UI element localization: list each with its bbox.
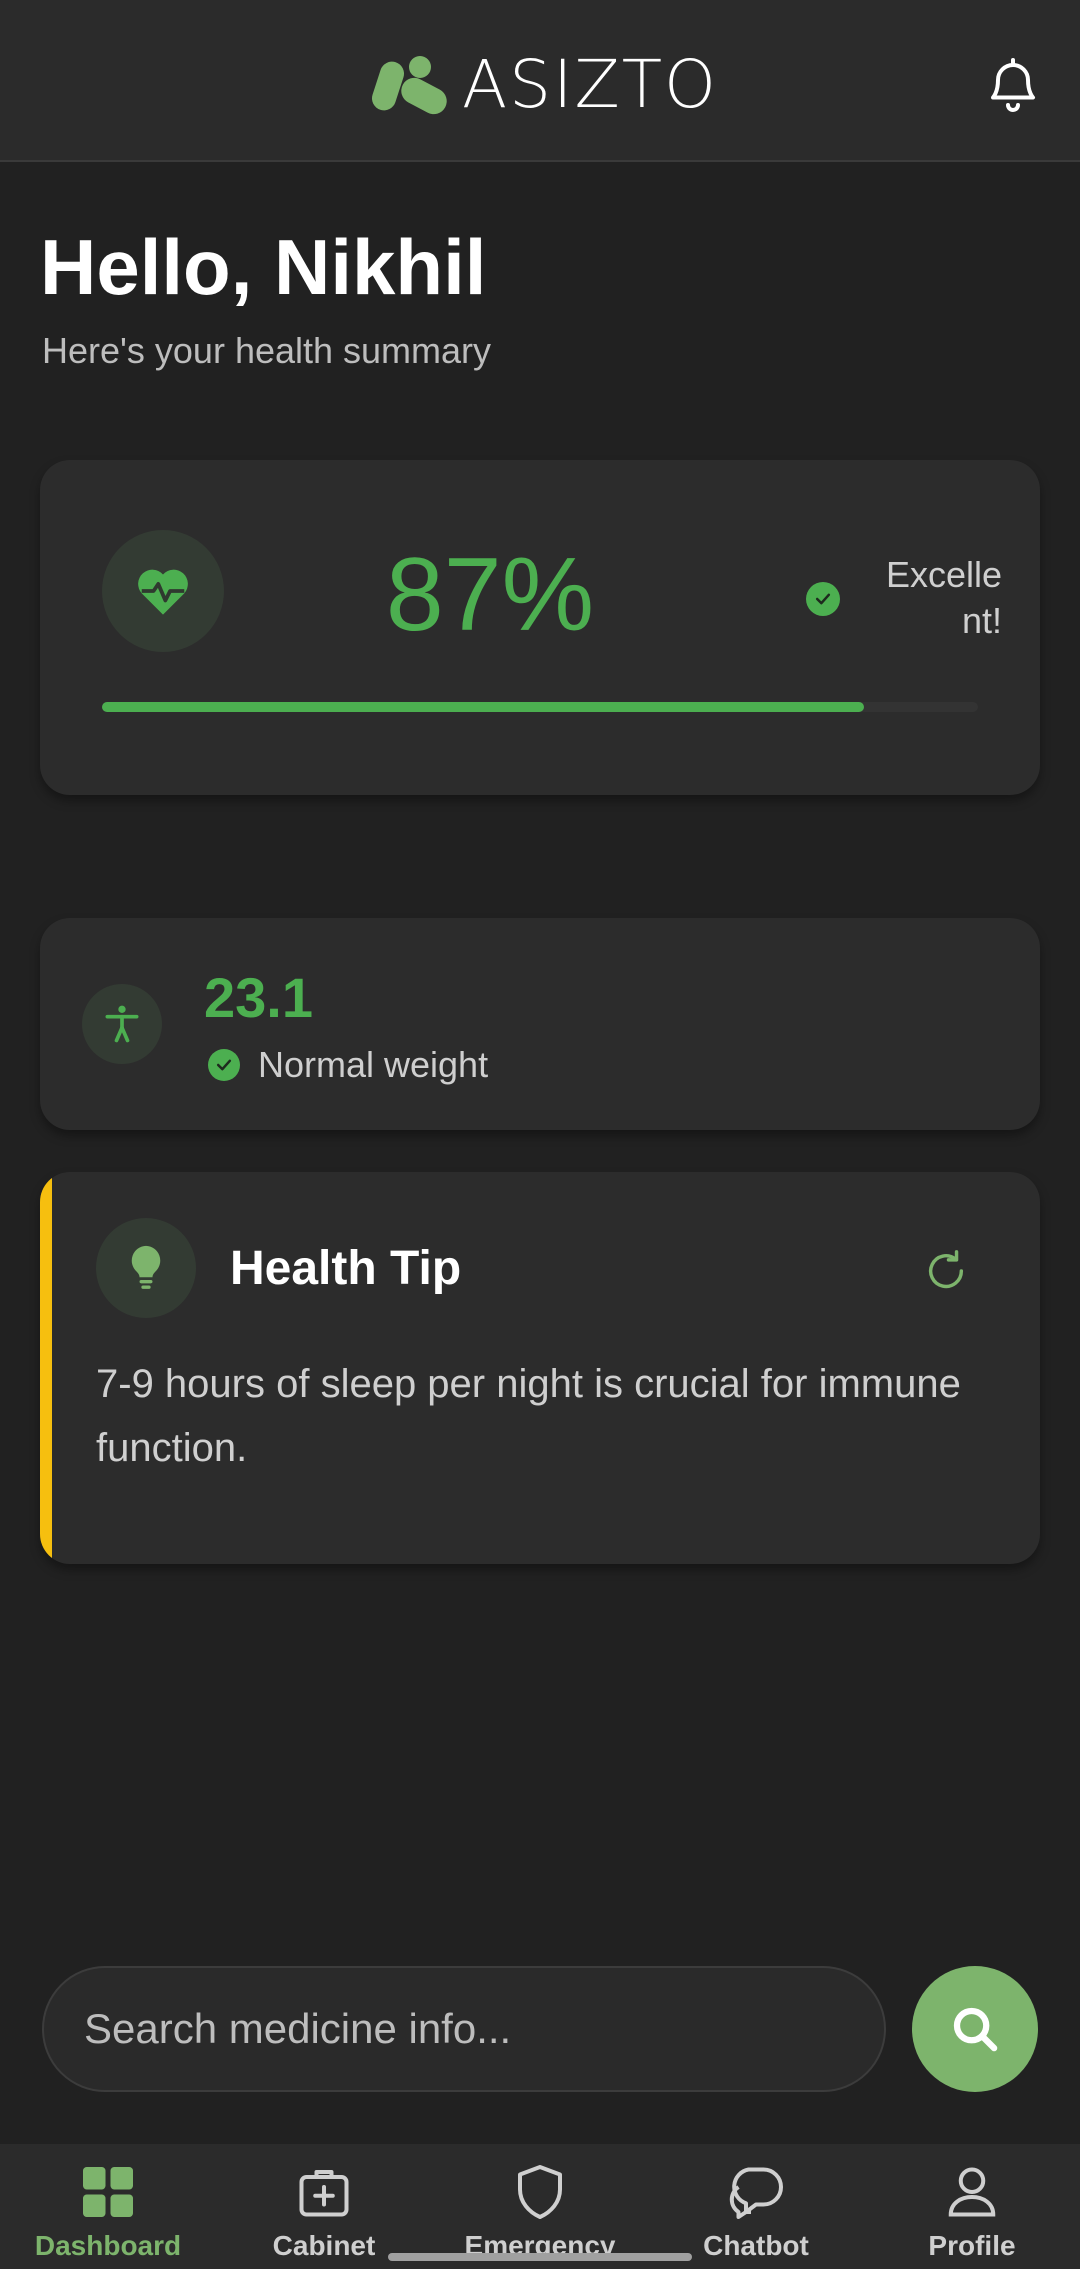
user-icon [948, 2167, 996, 2217]
health-tip-card: Health Tip 7-9 hours of sleep per night … [40, 1172, 1040, 1564]
person-icon [82, 984, 162, 1064]
nav-profile[interactable]: Profile [864, 2144, 1080, 2269]
nav-label: Dashboard [34, 2230, 182, 2261]
search-button[interactable] [912, 1966, 1038, 2092]
health-score-card[interactable]: 87% Excellent! [40, 460, 1040, 795]
check-circle-icon [208, 1049, 240, 1081]
greeting-subtitle: Here's your health summary [42, 330, 492, 371]
nav-dashboard[interactable]: Dashboard [0, 2144, 216, 2269]
medkit-icon [299, 2170, 349, 2217]
medicine-search-input[interactable] [84, 2005, 844, 2053]
health-score-progress [102, 702, 978, 712]
dashboard-screen: ASIZTO Hello, Nikhil Here's your health … [0, 0, 1080, 2269]
nav-chatbot[interactable]: Chatbot [648, 2144, 864, 2269]
health-tip-text: 7-9 hours of sleep per night is crucial … [96, 1362, 961, 1470]
heart-pulse-icon [102, 530, 224, 652]
lightbulb-icon [96, 1218, 196, 1318]
tip-accent-bar [40, 1172, 52, 1564]
health-score-value: 87% [385, 537, 595, 653]
nav-label: Profile [928, 2230, 1016, 2261]
app-logo: ASIZTO [370, 50, 718, 120]
grid-icon [83, 2167, 133, 2217]
bmi-status: Normal weight [208, 1044, 488, 1086]
home-indicator[interactable] [388, 2253, 692, 2261]
refresh-icon[interactable] [923, 1248, 969, 1294]
app-name: ASIZTO [462, 46, 718, 123]
pills-icon [371, 56, 447, 115]
check-circle-icon [806, 582, 840, 616]
chat-icon [729, 2167, 783, 2219]
health-tip-title: Health Tip [230, 1242, 462, 1295]
bmi-card[interactable]: 23.1 Normal weight [40, 918, 1040, 1130]
shield-icon [518, 2165, 562, 2219]
greeting-title: Hello, Nikhil [40, 223, 487, 311]
health-score-status: Excellent! [806, 552, 1002, 644]
bmi-value: 23.1 [204, 966, 313, 1029]
app-header: ASIZTO [0, 0, 1080, 162]
medicine-search-box[interactable] [42, 1966, 886, 2092]
nav-emergency[interactable]: Emergency [432, 2144, 648, 2269]
health-score-progress-fill [102, 702, 865, 712]
health-score-status-text: Excellent! [885, 554, 1002, 641]
bottom-navigation: Dashboard Cabinet Emergency Chatbot Prof… [0, 2144, 1080, 2269]
bmi-status-text: Normal weight [258, 1044, 489, 1085]
search-icon [953, 2007, 998, 2052]
nav-cabinet[interactable]: Cabinet [216, 2144, 432, 2269]
bell-icon[interactable] [983, 55, 1043, 115]
